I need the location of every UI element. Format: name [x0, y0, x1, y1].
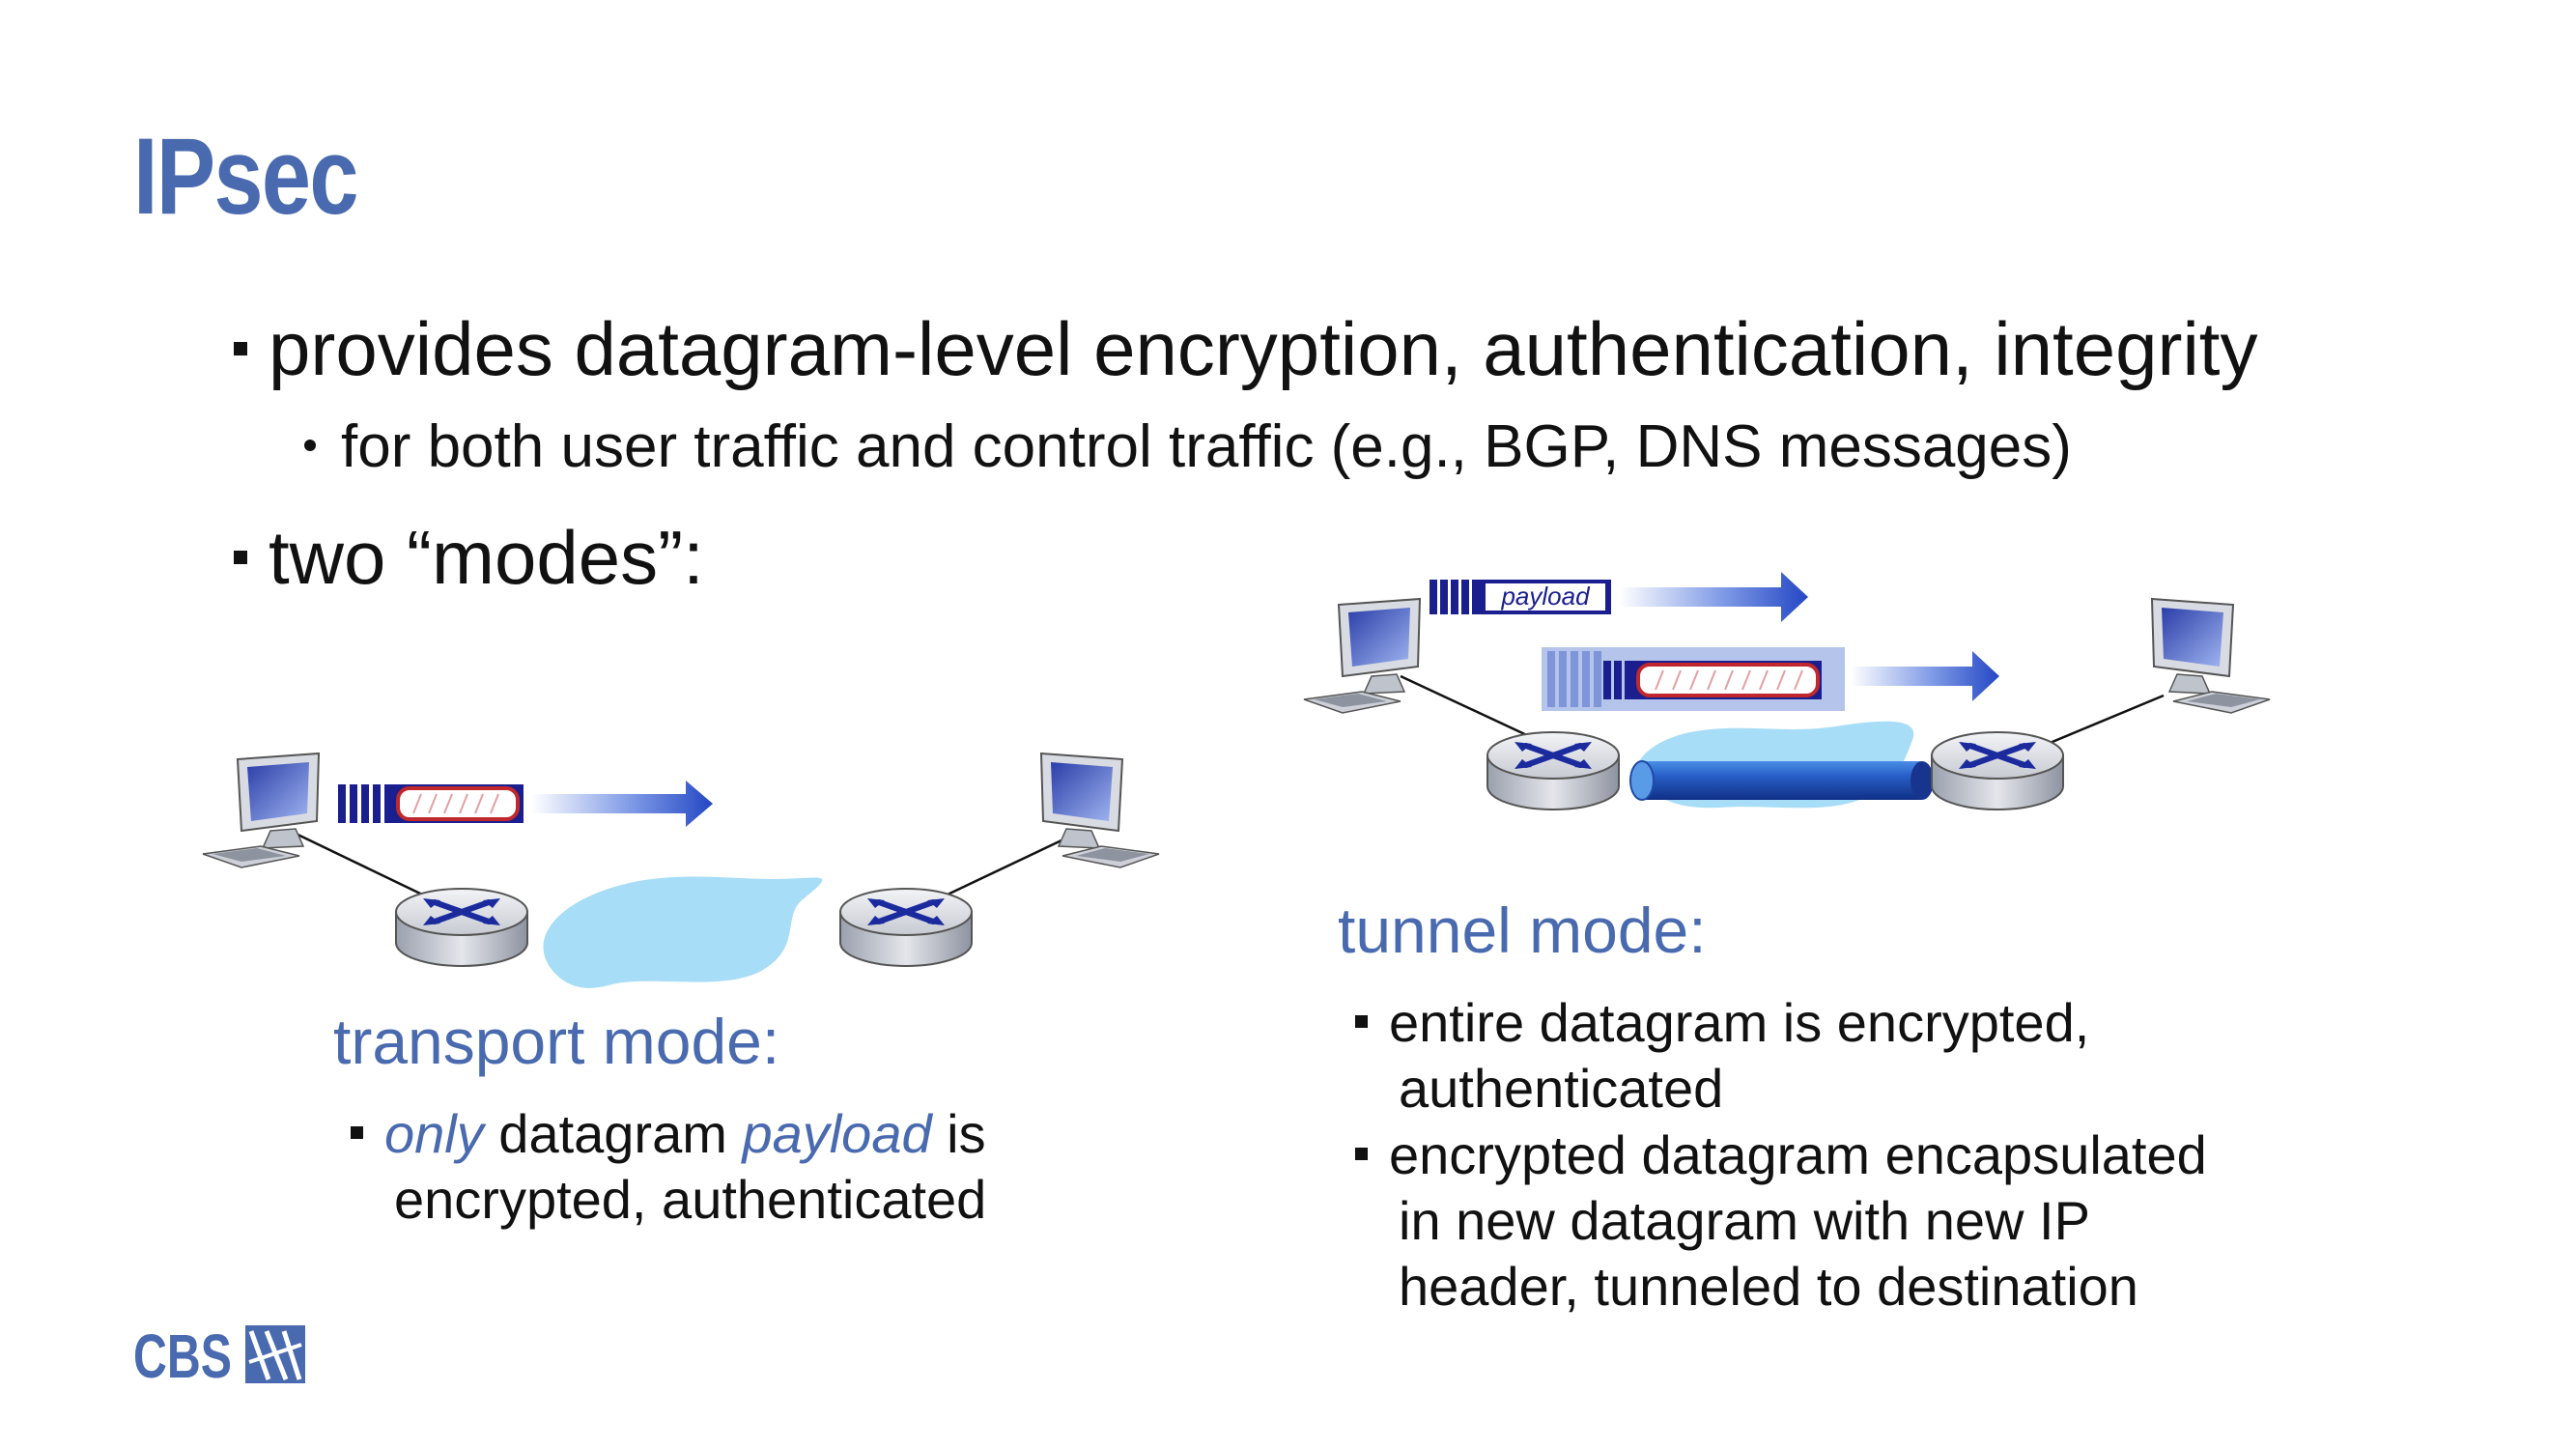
svg-text:CBS: CBS: [133, 1321, 232, 1387]
tunnel-b2-line2: in new datagram with new IP: [1399, 1190, 2090, 1251]
tunnel-b2-line1: encrypted datagram encapsulated: [1389, 1124, 2207, 1185]
router-icon: [1931, 731, 2064, 810]
router-icon: [839, 888, 973, 967]
bullet-square-icon: [351, 1125, 363, 1139]
sub-bullet-text: for both user traffic and control traffi…: [341, 413, 2072, 480]
bullet-square-icon: [1355, 1147, 1368, 1160]
tunnel-b1-line1: entire datagram is encrypted,: [1389, 992, 2090, 1053]
bullet-text: provides datagram-level encryption, auth…: [269, 306, 2258, 391]
encapsulated-datagram: [1542, 647, 1845, 711]
is-text: is: [931, 1103, 986, 1164]
bullet-square-icon: [234, 342, 247, 356]
arrow-right-icon: [1619, 572, 1808, 622]
bullet-square-icon: [234, 551, 247, 565]
cbs-logo: CBS: [133, 1321, 317, 1392]
only-text: only: [384, 1103, 484, 1164]
router-icon: [395, 888, 528, 967]
tunnel-bullet-2: encrypted datagram encapsulated in new d…: [1355, 1122, 2207, 1320]
encrypted-payload: [392, 784, 524, 823]
transport-mode-diagram: [202, 752, 1160, 988]
sub-bullet-traffic: for both user traffic and control traffi…: [304, 417, 2072, 477]
computer-icon: [2150, 597, 2271, 714]
ip-header-stripes: [338, 784, 392, 823]
payload-text: payload: [742, 1103, 932, 1164]
arrow-right-icon: [531, 781, 713, 827]
tunnel-bullet-1: entire datagram is encrypted, authentica…: [1355, 990, 2089, 1122]
transport-bullet-line2: encrypted, authenticated: [394, 1169, 987, 1230]
cloud-network-icon: [543, 876, 823, 988]
bullet-dot-icon: [304, 439, 316, 451]
tunnel-mode-title: tunnel mode:: [1338, 895, 1707, 966]
tunnel-b1-line2: authenticated: [1399, 1058, 1724, 1119]
bullet-square-icon: [1355, 1014, 1368, 1028]
transport-bullet: only datagram payload is encrypted, auth…: [351, 1101, 986, 1233]
computer-icon: [202, 752, 321, 868]
datagram-text: datagram: [483, 1103, 743, 1164]
slide-title: IPsec: [133, 116, 358, 237]
computer-icon: [1303, 597, 1422, 714]
computer-icon: [1039, 752, 1160, 868]
tunnel-b2-line3: header, tunneled to destination: [1399, 1256, 2138, 1317]
bullet-encryption: provides datagram-level encryption, auth…: [234, 311, 2257, 386]
tunnel-pipe-icon: [1629, 760, 1934, 801]
tunnel-mode-diagram: payload: [1303, 572, 2271, 810]
transport-mode-title: transport mode:: [333, 1006, 780, 1077]
cbs-logo-icon: CBS: [133, 1321, 305, 1391]
payload-label: payload: [1500, 582, 1591, 611]
bullet-text: two “modes”:: [269, 515, 704, 600]
router-icon: [1486, 731, 1620, 810]
bullet-modes: two “modes”:: [234, 520, 704, 595]
arrow-right-icon: [1851, 651, 1999, 701]
